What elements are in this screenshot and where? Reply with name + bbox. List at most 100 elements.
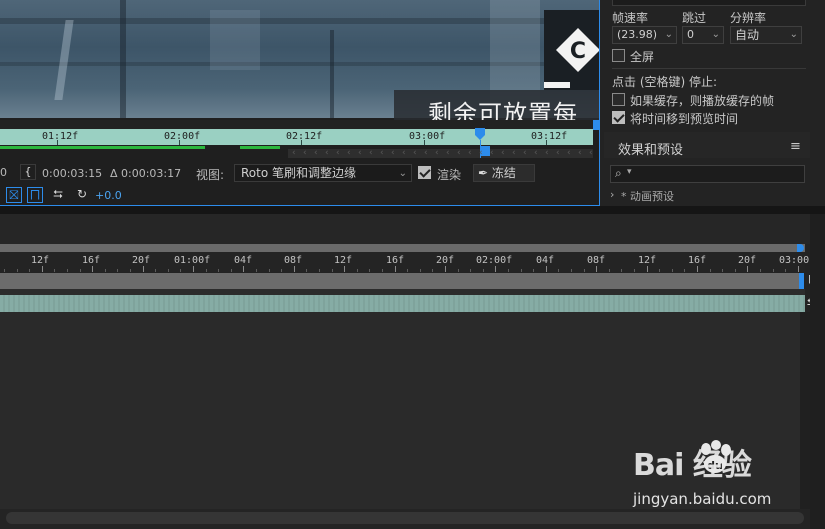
timeline-ruler-tick [432, 269, 433, 272]
timeline-ruler-tick [17, 269, 18, 272]
timeline-ruler-tick [281, 269, 282, 272]
render-checkbox[interactable] [418, 166, 431, 179]
mark-in-button[interactable]: { [20, 164, 36, 180]
viewer-ruler-label: 02:12f [286, 131, 323, 142]
animation-presets-item[interactable]: * 动画预设 [621, 188, 674, 204]
propagation-chevron-icon: ‹ [314, 148, 318, 158]
timeline-ruler-tick [54, 269, 55, 272]
timeline-ruler-tick [294, 266, 295, 272]
timeline-ruler-label: 08f [587, 255, 606, 266]
play-cached-checkbox[interactable] [612, 93, 625, 106]
propagation-chevron-icon: ‹ [336, 148, 340, 158]
timeline-ruler-tick [319, 269, 320, 272]
left-fragment-text: 0 [0, 166, 7, 179]
baidu-jingyan-watermark: du Bai 经验 jingyan.baidu.com [633, 440, 793, 520]
propagation-chevron-icon: ‹ [556, 148, 560, 158]
timeline-ruler-label: 12f [638, 255, 657, 266]
logo-underline [544, 82, 570, 88]
work-area-end-handle[interactable] [799, 273, 804, 289]
skip-value: 0 [687, 28, 694, 41]
tree-expand-icon[interactable]: › [610, 188, 614, 201]
timeline-ruler-tick [180, 269, 181, 272]
render-label: 渲染 [437, 168, 462, 182]
composition-viewer-panel: C 剩余可放置每 0 { 0:00:03:15 Δ 0:00:03:17 视图:… [0, 0, 600, 206]
framerate-dropdown[interactable]: (23.98) ⌄ [612, 26, 677, 44]
layer-duration-bar[interactable] [0, 295, 805, 312]
viewer-ruler-tick [424, 140, 425, 145]
timeline-ruler-tick [458, 269, 459, 272]
play-cached-label: 如果缓存，则播放缓存的帧 [630, 94, 775, 108]
pillar [330, 30, 334, 118]
timeline-ruler-label: 16f [386, 255, 405, 266]
timeline-ruler-tick [483, 269, 484, 272]
pin-tool-icon[interactable]: ⮀ [50, 187, 66, 203]
timeline-ruler-tick [785, 269, 786, 272]
propagation-chevron-icon: ‹ [347, 148, 351, 158]
timeline-ruler-tick [344, 266, 345, 272]
timeline-ruler-label: 20f [132, 255, 151, 266]
panel-divider[interactable] [0, 206, 825, 214]
timeline-ruler-tick [269, 269, 270, 272]
timeline-ruler-tick [470, 269, 471, 272]
viewer-range-end[interactable] [593, 120, 599, 130]
skip-dropdown[interactable]: 0 ⌄ [682, 26, 724, 44]
propagation-chevron-icon: ‹ [391, 148, 395, 158]
effects-panel-title[interactable]: 效果和预设 [618, 139, 683, 158]
timeline-ruler-label: 20f [436, 255, 455, 266]
timeline-ruler-tick [105, 269, 106, 272]
timeline-vertical-scrollbar[interactable] [800, 312, 810, 509]
hamburger-icon[interactable]: ≡ [790, 139, 801, 154]
view-dropdown[interactable]: Roto 笔刷和调整边缘 ⌄ [234, 164, 412, 182]
viewer-ruler-tick [179, 140, 180, 145]
resolution-dropdown[interactable]: 自动 ⌄ [730, 26, 802, 44]
viewer-ruler-label: 03:12f [531, 131, 568, 142]
timeline-header [0, 214, 810, 244]
timeline-ruler-tick [596, 266, 597, 272]
cache-indicator [240, 146, 280, 149]
propagation-chevron-icon: ‹ [446, 148, 450, 158]
timeline-ruler-tick [420, 269, 421, 272]
panel-edge [810, 214, 825, 529]
offset-value[interactable]: +0.0 [95, 189, 122, 202]
reset-icon[interactable]: ↻ [74, 187, 90, 203]
timeline-ruler-tick [533, 269, 534, 272]
fullscreen-checkbox[interactable] [612, 49, 625, 62]
duration-time: Δ 0:00:03:17 [110, 167, 182, 180]
propagation-chevron-icon: ‹ [325, 148, 329, 158]
refine-edge-tool-icon[interactable]: ⨅ [27, 187, 43, 203]
propagation-chevron-icon: ‹ [402, 148, 406, 158]
propagation-chevron-icon: ‹ [479, 148, 483, 158]
timeline-ruler-label: 04f [536, 255, 555, 266]
timeline-ruler-tick [306, 269, 307, 272]
time-navigator[interactable] [0, 244, 805, 252]
viewer-ruler-label: 01:12f [42, 131, 79, 142]
timeline-ruler-label: 12f [334, 255, 353, 266]
timeline-ruler-tick [4, 269, 5, 272]
timeline-ruler-tick [584, 269, 585, 272]
move-time-checkbox[interactable] [612, 111, 625, 124]
timeline-ruler-label: 02:00f [476, 255, 513, 266]
watermark-url: jingyan.baidu.com [633, 490, 772, 508]
timeline-ruler-tick [42, 266, 43, 272]
timeline-ruler-tick [218, 269, 219, 272]
propagation-chevron-icon: ‹ [567, 148, 571, 158]
work-area-bar[interactable] [0, 273, 801, 289]
timeline-ruler-tick [143, 266, 144, 272]
propagation-chevron-icon: ‹ [523, 148, 527, 158]
propagation-chevron-icon: ‹ [490, 148, 494, 158]
playhead-icon[interactable] [475, 128, 485, 140]
timeline-ruler-tick [495, 266, 496, 272]
timeline-ruler-tick [357, 269, 358, 272]
effects-search-input[interactable]: ⌕ ▾ [610, 165, 805, 183]
freeze-button[interactable]: ✒ 冻结 [473, 164, 535, 182]
roto-brush-tool-icon[interactable]: ⛝ [6, 187, 22, 203]
timeline-ruler-tick [193, 266, 194, 272]
timeline-ruler-label: 01:00f [174, 255, 211, 266]
timeline-ruler-tick [697, 266, 698, 272]
timeline-ruler-tick [332, 269, 333, 272]
timeline-ruler-label: 16f [688, 255, 707, 266]
viewer-ruler-tick [301, 140, 302, 145]
propagation-chevron-icon: ‹ [424, 148, 428, 158]
svg-text:C: C [570, 39, 586, 64]
propagation-chevron-icon: ‹ [501, 148, 505, 158]
